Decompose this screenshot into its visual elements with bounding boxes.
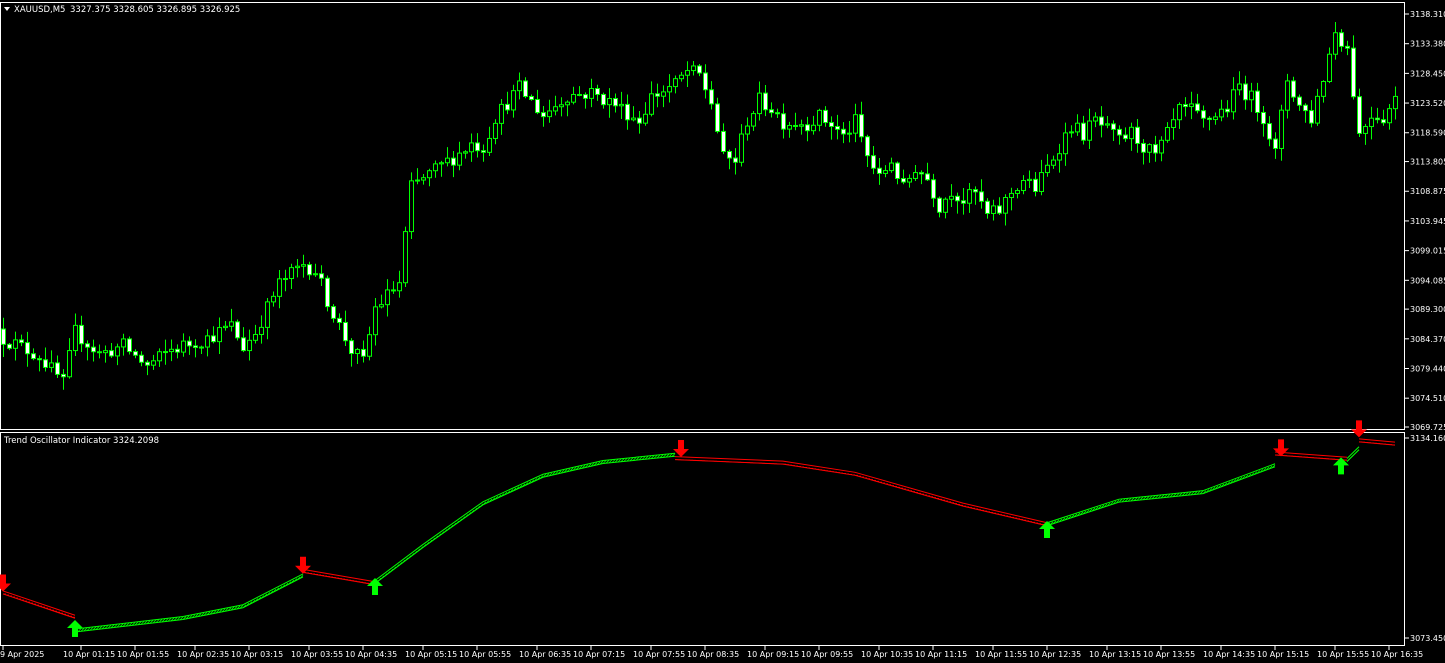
candle — [403, 226, 408, 287]
ohlc-label: 3327.375 3328.605 3326.895 3326.925 — [70, 5, 240, 15]
candle — [325, 275, 330, 312]
x-tick-label: 10 Apr 13:15 — [1089, 650, 1141, 659]
x-tick-label: 10 Apr 16:35 — [1371, 650, 1423, 659]
y-tick-label: 3133.380 — [1410, 40, 1445, 49]
chart-canvas[interactable]: 3138.310 3133.380 3128.450 3123.520 3118.590… — [0, 0, 1445, 663]
x-tick-label: 10 Apr 10:35 — [861, 650, 913, 659]
y-tick-label: 3069.725 — [1410, 423, 1445, 432]
y-tick-label: 3113.805 — [1410, 158, 1445, 167]
x-tick-label: 9 Apr 2025 — [0, 650, 44, 659]
y-tick-label: 3094.085 — [1410, 276, 1445, 285]
y-tick-label: 3079.440 — [1410, 364, 1445, 373]
x-tick-label: 10 Apr 12:35 — [1029, 650, 1081, 659]
x-tick-label: 10 Apr 15:15 — [1257, 650, 1309, 659]
y-tick-label: 3099.015 — [1410, 247, 1445, 256]
y-tick-label: 3138.310 — [1410, 10, 1445, 19]
main-y-axis: 3138.310 3133.380 3128.450 3123.520 3118.590… — [1405, 10, 1445, 432]
x-tick-label: 10 Apr 04:35 — [345, 650, 397, 659]
y-tick-label: 3073.450 — [1410, 634, 1445, 643]
x-tick-label: 10 Apr 09:55 — [801, 650, 853, 659]
x-tick-label: 10 Apr 13:55 — [1143, 650, 1195, 659]
main-title: XAUUSD,M5 3327.375 3328.605 3326.895 332… — [4, 5, 240, 15]
x-tick-label: 10 Apr 03:15 — [231, 650, 283, 659]
x-tick-label: 10 Apr 01:15 — [63, 650, 115, 659]
x-tick-label: 10 Apr 08:35 — [687, 650, 739, 659]
y-tick-label: 3118.590 — [1410, 129, 1445, 138]
x-tick-label: 10 Apr 01:55 — [117, 650, 169, 659]
y-tick-label: 3128.450 — [1410, 69, 1445, 78]
candle — [127, 336, 132, 355]
x-tick-label: 10 Apr 06:35 — [519, 650, 571, 659]
y-tick-label: 3123.520 — [1410, 99, 1445, 108]
indicator-title: Trend Oscillator Indicator 3324.2098 — [3, 436, 159, 446]
x-tick-label: 10 Apr 05:15 — [405, 650, 457, 659]
x-tick-label: 10 Apr 05:55 — [459, 650, 511, 659]
x-tick-label: 10 Apr 11:15 — [915, 650, 967, 659]
candle — [409, 172, 414, 240]
background — [0, 0, 1445, 663]
x-tick-label: 10 Apr 02:35 — [177, 650, 229, 659]
y-tick-label: 3089.300 — [1410, 305, 1445, 314]
y-tick-label: 3103.945 — [1410, 217, 1445, 226]
x-tick-label: 10 Apr 03:55 — [291, 650, 343, 659]
x-tick-label: 10 Apr 14:35 — [1203, 650, 1255, 659]
x-tick-label: 10 Apr 09:15 — [747, 650, 799, 659]
y-tick-label: 3134.160 — [1410, 434, 1445, 443]
y-tick-label: 3074.510 — [1410, 394, 1445, 403]
x-tick-label: 10 Apr 07:15 — [573, 650, 625, 659]
y-tick-label: 3108.875 — [1410, 187, 1445, 196]
symbol-label: XAUUSD,M5 — [14, 5, 65, 15]
y-tick-label: 3084.370 — [1410, 335, 1445, 344]
x-tick-label: 10 Apr 11:55 — [975, 650, 1027, 659]
x-tick-label: 10 Apr 07:55 — [633, 650, 685, 659]
x-tick-label: 10 Apr 15:55 — [1317, 650, 1369, 659]
candle — [235, 319, 240, 341]
